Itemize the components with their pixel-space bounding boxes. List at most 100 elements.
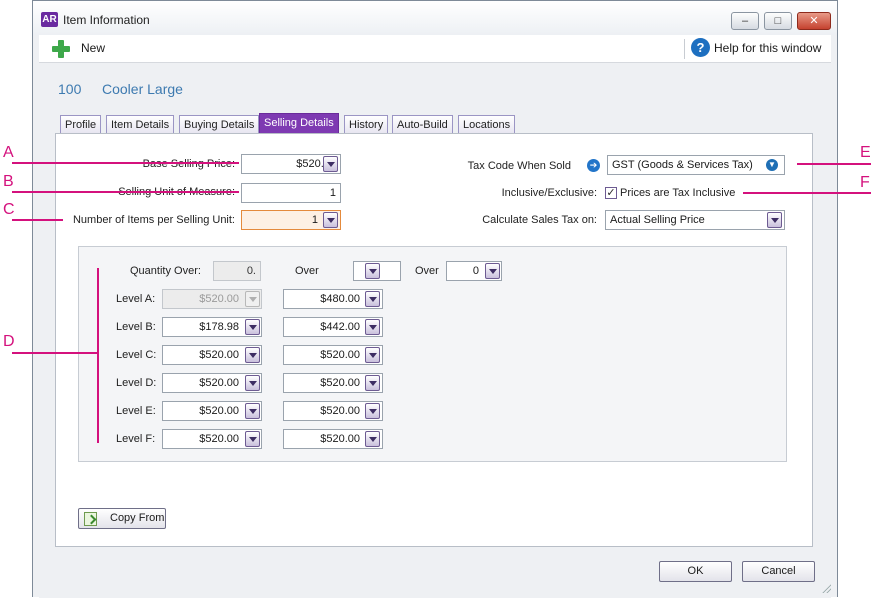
tax-inclusive-checkbox-label: Prices are Tax Inclusive	[620, 187, 736, 199]
annotation-f: F	[860, 174, 870, 191]
minimize-button[interactable]: –	[731, 12, 759, 30]
items-per-unit-label: Number of Items per Selling Unit:	[72, 214, 235, 226]
help-button[interactable]: ? Help for this window	[689, 35, 831, 63]
level-f-col2-value: $520.00	[320, 433, 360, 445]
help-icon: ?	[691, 38, 710, 57]
level-b-label: Level B:	[116, 321, 156, 333]
help-label: Help for this window	[714, 41, 822, 55]
tab-item-details[interactable]: Item Details	[106, 115, 175, 134]
level-e-col1-dropdown[interactable]	[245, 403, 260, 419]
calc-tax-label: Calculate Sales Tax on:	[482, 214, 597, 226]
annotation-d: D	[3, 333, 15, 350]
level-f-label: Level F:	[116, 433, 156, 445]
tax-code-chevron-icon[interactable]: ▼	[766, 159, 778, 171]
col3-over-label: Over	[415, 265, 439, 277]
item-name: Cooler Large	[102, 81, 183, 97]
plus-icon	[52, 40, 70, 58]
level-e-col2-dropdown[interactable]	[365, 403, 380, 419]
copy-from-button[interactable]: Copy From	[78, 508, 166, 529]
level-b-col1-value: $178.98	[199, 321, 239, 333]
unit-field[interactable]: 1	[241, 183, 341, 203]
ok-button[interactable]: OK	[659, 561, 732, 582]
level-d-col1-value: $520.00	[199, 377, 239, 389]
level-b-col2-value: $442.00	[320, 321, 360, 333]
qty-over-field: 0.	[213, 261, 261, 281]
level-c-col2-dropdown[interactable]	[365, 347, 380, 363]
toolbar-separator	[684, 39, 685, 59]
tab-locations[interactable]: Locations	[458, 115, 516, 134]
minimize-icon: –	[741, 15, 749, 27]
annotation-e-line	[797, 163, 871, 165]
tax-inclusive-checkbox[interactable]: ✓	[605, 187, 617, 199]
calc-tax-dropdown[interactable]	[767, 212, 782, 228]
unit-value: 1	[329, 187, 336, 199]
calc-tax-select[interactable]: Actual Selling Price	[605, 210, 785, 230]
copy-from-label: Copy From	[110, 512, 165, 524]
resize-grip[interactable]	[821, 583, 831, 593]
level-c-col1-value: $520.00	[199, 349, 239, 361]
maximize-icon: □	[774, 15, 782, 27]
calc-tax-value: Actual Selling Price	[610, 214, 705, 226]
col2-over-dropdown[interactable]	[365, 263, 380, 279]
qty-over-label: Quantity Over:	[130, 265, 201, 277]
item-number: 100	[58, 81, 82, 97]
level-d-col2-dropdown[interactable]	[365, 375, 380, 391]
annotation-c: C	[3, 201, 15, 218]
col3-over-value: 0	[472, 265, 479, 277]
copy-icon	[84, 512, 97, 526]
annotation-d-line	[12, 352, 98, 354]
annotation-d-bracket	[97, 268, 99, 443]
level-c-col2-value: $520.00	[320, 349, 360, 361]
close-icon: ✕	[809, 15, 819, 27]
level-d-col1-dropdown[interactable]	[245, 375, 260, 391]
tab-profile[interactable]: Profile	[60, 115, 102, 134]
level-e-label: Level E:	[116, 405, 156, 417]
close-button[interactable]: ✕	[797, 12, 831, 30]
level-f-col1-value: $520.00	[199, 433, 239, 445]
maximize-button[interactable]: □	[764, 12, 792, 30]
tax-code-field[interactable]: GST (Goods & Services Tax)	[607, 155, 785, 175]
items-per-unit-dropdown[interactable]	[323, 212, 338, 228]
level-c-col1-dropdown[interactable]	[245, 347, 260, 363]
level-e-col2-value: $520.00	[320, 405, 360, 417]
tax-code-arrow-icon[interactable]: ➔	[587, 159, 600, 172]
qty-over-value: 0.	[246, 265, 256, 277]
level-a-col2-dropdown[interactable]	[365, 291, 380, 307]
level-d-col2-value: $520.00	[320, 377, 360, 389]
annotation-e: E	[860, 144, 871, 161]
tab-auto-build[interactable]: Auto-Build	[392, 115, 453, 134]
annotation-c-line	[12, 219, 63, 221]
cancel-label: Cancel	[761, 565, 796, 577]
base-price-label: Base Selling Price:	[142, 158, 235, 170]
toolbar: New ? Help for this window	[39, 35, 831, 63]
level-f-col1-dropdown[interactable]	[245, 431, 260, 447]
level-c-label: Level C:	[116, 349, 157, 361]
base-price-dropdown[interactable]	[323, 156, 338, 172]
annotation-a: A	[3, 144, 14, 161]
new-button[interactable]: New	[39, 35, 119, 63]
level-e-col1-value: $520.00	[199, 405, 239, 417]
tab-buying-details[interactable]: Buying Details	[179, 115, 260, 134]
items-per-unit-value: 1	[311, 214, 318, 226]
col2-over-label: Over	[295, 265, 319, 277]
col3-over-dropdown[interactable]	[485, 263, 500, 279]
app-logo: AR	[41, 12, 58, 27]
level-f-col2-dropdown[interactable]	[365, 431, 380, 447]
annotation-b: B	[3, 173, 14, 190]
tab-history[interactable]: History	[344, 115, 389, 134]
cancel-button[interactable]: Cancel	[742, 561, 815, 582]
annotation-b-line	[12, 191, 239, 193]
level-b-col2-dropdown[interactable]	[365, 319, 380, 335]
tax-code-label: Tax Code When Sold	[467, 160, 571, 172]
tab-selling-details[interactable]: Selling Details	[259, 113, 339, 134]
level-a-col1-dropdown	[245, 291, 260, 307]
level-b-col1-dropdown[interactable]	[245, 319, 260, 335]
ok-label: OK	[687, 565, 704, 577]
level-a-label: Level A:	[116, 293, 156, 305]
annotation-f-line	[743, 192, 871, 194]
title-bar: AR Item Information – □ ✕	[33, 1, 837, 35]
level-a-col1-value: $520.00	[199, 293, 239, 305]
inclusive-label: Inclusive/Exclusive:	[501, 187, 597, 199]
item-information-window: AR Item Information – □ ✕ New ? Help for…	[32, 0, 838, 598]
level-a-col2-value: $480.00	[320, 293, 360, 305]
